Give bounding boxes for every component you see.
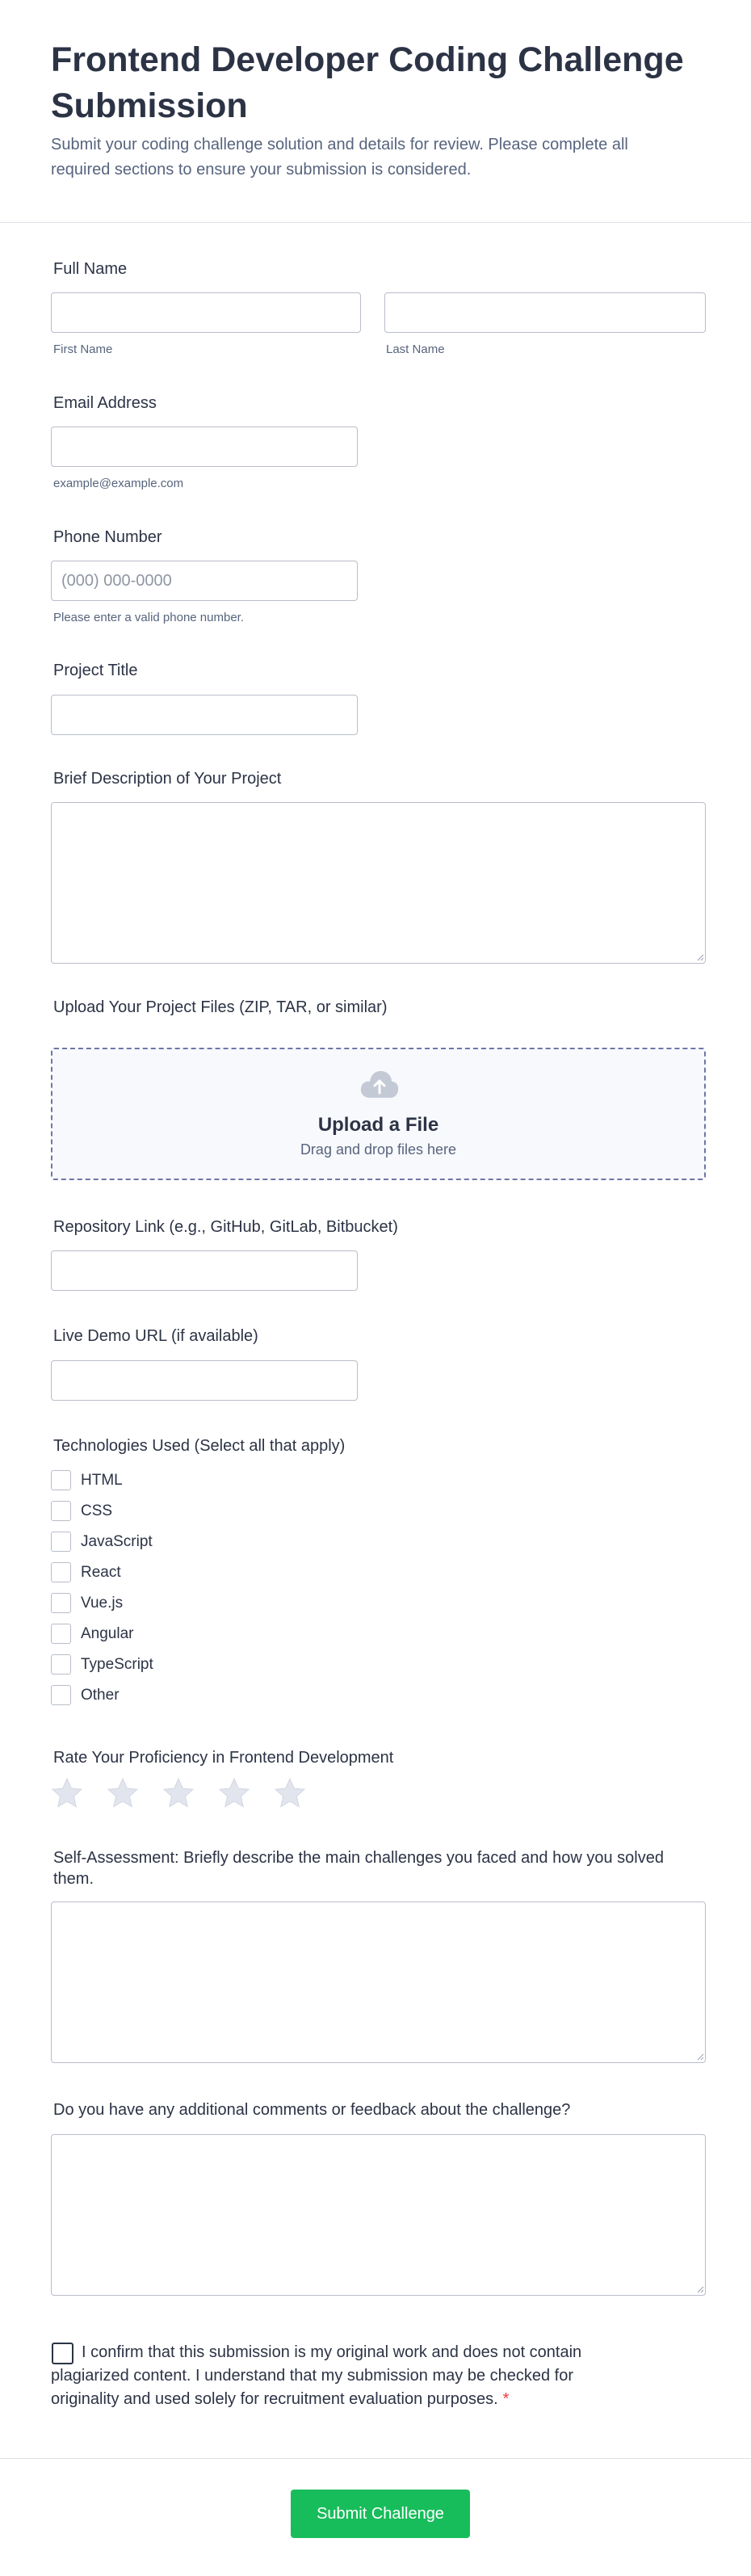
- full-name-label: Full Name: [53, 260, 128, 278]
- description-textarea[interactable]: [51, 802, 706, 964]
- technologies-label: Technologies Used (Select all that apply…: [53, 1437, 346, 1455]
- star-icon[interactable]: [162, 1777, 195, 1809]
- checkbox-label: React: [81, 1564, 121, 1581]
- file-dropzone[interactable]: Upload a File Drag and drop files here: [51, 1048, 706, 1180]
- upload-title: Upload a File: [317, 1114, 439, 1136]
- submit-button[interactable]: Submit Challenge: [291, 2490, 470, 2538]
- email-sublabel: example@example.com: [53, 477, 184, 490]
- resize-handle-icon[interactable]: [696, 2285, 704, 2293]
- confirm-text: I confirm that this submission is my ori…: [51, 2341, 632, 2411]
- form-container: Frontend Developer Coding Challenge Subm…: [0, 0, 751, 2576]
- footer-divider: [0, 2458, 751, 2459]
- resize-handle-icon[interactable]: [696, 953, 704, 961]
- form-subtitle: Submit your coding challenge solution an…: [51, 136, 628, 179]
- checkbox[interactable]: [51, 1501, 71, 1521]
- resize-handle-icon[interactable]: [696, 2053, 704, 2061]
- form-title: Frontend Developer Coding Challenge Subm…: [51, 40, 684, 125]
- checkbox-label: JavaScript: [81, 1533, 153, 1550]
- last-name-sublabel: Last Name: [386, 342, 445, 356]
- self-assessment-label: Self-Assessment: Briefly describe the ma…: [53, 1849, 664, 1888]
- upload-label: Upload Your Project Files (ZIP, TAR, or …: [53, 998, 388, 1016]
- checkbox[interactable]: [51, 1532, 71, 1552]
- star-icon[interactable]: [107, 1777, 139, 1809]
- checkbox[interactable]: [51, 1654, 71, 1675]
- checkbox[interactable]: [51, 1562, 71, 1582]
- demo-url-input[interactable]: [51, 1360, 358, 1401]
- checkbox[interactable]: [51, 1624, 71, 1644]
- checkbox-label: HTML: [81, 1472, 123, 1489]
- self-assessment-textarea[interactable]: [51, 1902, 706, 2063]
- project-title-label: Project Title: [53, 662, 138, 679]
- phone-sublabel: Please enter a valid phone number.: [53, 611, 244, 624]
- checkbox[interactable]: [51, 1685, 71, 1705]
- project-title-input[interactable]: [51, 695, 358, 735]
- description-label: Brief Description of Your Project: [53, 770, 282, 788]
- first-name-sublabel: First Name: [53, 342, 113, 356]
- checkbox[interactable]: [51, 1593, 71, 1613]
- checkbox-label: Other: [81, 1687, 120, 1704]
- confirm-label: I confirm that this submission is my ori…: [51, 2343, 582, 2408]
- phone-input[interactable]: [51, 561, 358, 601]
- form-header: Frontend Developer Coding Challenge Subm…: [0, 0, 751, 223]
- required-asterisk: *: [502, 2390, 510, 2408]
- last-name-input[interactable]: [384, 292, 706, 333]
- first-name-input[interactable]: [51, 292, 361, 333]
- demo-url-label: Live Demo URL (if available): [53, 1327, 258, 1345]
- repository-label: Repository Link (e.g., GitHub, GitLab, B…: [53, 1218, 398, 1236]
- upload-subtitle: Drag and drop files here: [300, 1141, 457, 1158]
- star-icon[interactable]: [218, 1777, 250, 1809]
- phone-label: Phone Number: [53, 528, 162, 546]
- checkbox-label: Angular: [81, 1625, 134, 1642]
- checkbox-label: Vue.js: [81, 1595, 124, 1612]
- star-icon[interactable]: [51, 1777, 83, 1809]
- checkbox-label: CSS: [81, 1502, 113, 1519]
- repository-input[interactable]: [51, 1250, 358, 1291]
- cloud-upload-icon: [360, 1070, 399, 1098]
- checkbox-label: TypeScript: [81, 1656, 153, 1673]
- email-input[interactable]: [51, 427, 358, 467]
- checkbox[interactable]: [51, 1470, 71, 1490]
- comments-label: Do you have any additional comments or f…: [53, 2101, 571, 2119]
- star-icon[interactable]: [274, 1777, 306, 1809]
- email-label: Email Address: [53, 394, 157, 412]
- rating-label: Rate Your Proficiency in Frontend Develo…: [53, 1749, 394, 1767]
- comments-textarea[interactable]: [51, 2134, 706, 2296]
